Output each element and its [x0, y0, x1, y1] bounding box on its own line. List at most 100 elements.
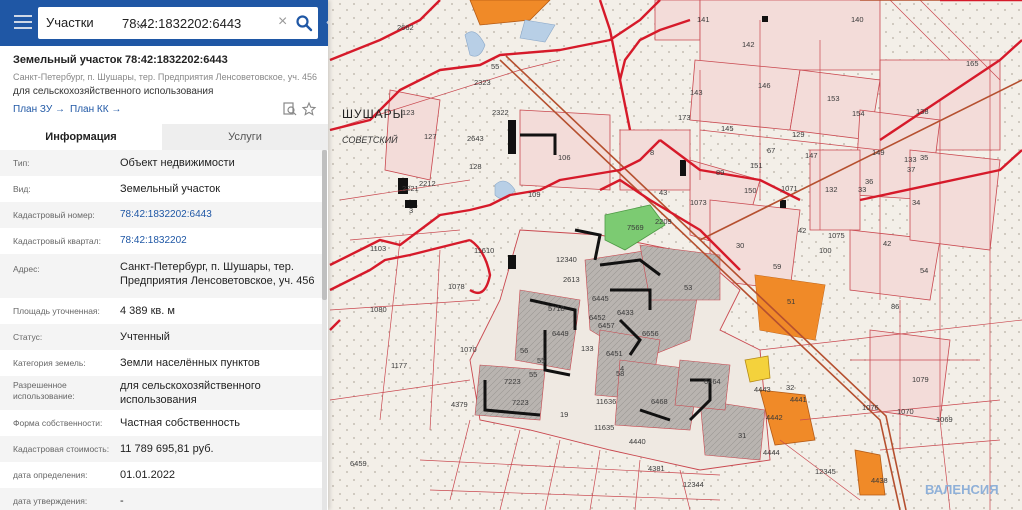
parcel-number-label: 151 [750, 161, 763, 170]
selected-parcel[interactable] [744, 355, 771, 383]
parcel-number-label: 56 [520, 346, 528, 355]
parcel-number-label: 4381 [648, 464, 665, 473]
collapse-panel-icon[interactable]: ‹ [326, 14, 330, 29]
parcel-number-label: 1080 [370, 305, 387, 314]
parcel-number-label: 149 [872, 148, 885, 157]
parcel-number-label: 1076 [862, 403, 879, 412]
info-row-cadastral-quarter: Кадастровый квартал: 78:42:1832202 [0, 228, 322, 254]
info-row-cadastral-value: Кадастровая стоимость: 11 789 695,81 руб… [0, 436, 322, 462]
tabs: Информация Услуги [0, 124, 328, 150]
parcel-number-label: 42 [883, 239, 891, 248]
parcel-number-label: 2643 [467, 134, 484, 143]
info-row-kind: Вид: Земельный участок [13, 183, 221, 195]
parcel-number-label: 4443 [754, 385, 771, 394]
search-icon[interactable] [295, 14, 313, 32]
parcel-number-label: 1078 [448, 282, 465, 291]
scrollbar[interactable] [322, 150, 327, 510]
parcel-number-label: 30 [736, 241, 744, 250]
parcel-number-label: 133 [581, 344, 594, 353]
info-row-land-category: Категория земель: Земли населённых пункт… [13, 357, 260, 369]
parcel-number-label: 51 [787, 297, 795, 306]
parcel-number-label: 128 [469, 162, 482, 171]
parcel-number-label: 142 [742, 40, 755, 49]
parcel-number-label: 89 [716, 168, 724, 177]
parcel-number-label: 143 [690, 88, 703, 97]
parcel-number-label: 2221 [402, 184, 419, 193]
parcel-number-label: 3 [409, 206, 413, 215]
parcel-number-label: 43 [659, 188, 667, 197]
parcel-number-label: 127 [424, 132, 437, 141]
plan-zu-link[interactable]: План ЗУ → [13, 104, 65, 115]
cadastral-quarter-link[interactable]: 78:42:1832202 [120, 234, 320, 248]
info-row-determination-date: дата определения: 01.01.2022 [13, 469, 176, 481]
parcel-number-label: 6457 [598, 321, 615, 330]
search-bar: Участки × [0, 0, 328, 46]
parcel-number-label: 6445 [592, 294, 609, 303]
parcel-number-label: 7223 [504, 377, 521, 386]
parcel-number-label: 154 [852, 109, 865, 118]
parcel-number-label: 145 [721, 124, 734, 133]
parcel-number-label: 6433 [617, 308, 634, 317]
parcel-number-label: 33 [858, 185, 866, 194]
parcel-number-label: 109 [528, 190, 541, 199]
parcel-number-label: 2212 [419, 179, 436, 188]
info-row-address: Адрес: Санкт-Петербург, п. Шушары, тер. … [0, 254, 322, 298]
search-type-select[interactable]: Участки [46, 7, 94, 39]
parcel-number-label: 138 [916, 107, 929, 116]
parcel-number-label: 153 [827, 94, 840, 103]
parcel-number-label: 12340 [556, 255, 577, 264]
parcel-number-label: 1069 [936, 415, 953, 424]
parcel-number-label: 2322 [492, 108, 509, 117]
parcel-number-label: 19 [560, 410, 568, 419]
info-panel: Участки × Земельный участок 78:42:183220… [0, 0, 328, 510]
info-row-ownership: Форма собственности: Частная собственнос… [13, 417, 241, 429]
parcel-number-label: 8 [650, 148, 654, 157]
info-row-area: Площадь уточненная: 4 389 кв. м [13, 305, 175, 317]
parcel-number-label: 1070 [460, 345, 477, 354]
parcel-number-label: 12344 [683, 480, 704, 489]
parcel-number-label: 1079 [912, 375, 929, 384]
parcel-number-label: 35 [920, 153, 928, 162]
parcel-number-label: 32 [786, 383, 794, 392]
search-input[interactable] [122, 7, 272, 39]
close-icon[interactable]: × [278, 13, 287, 31]
parcel-number-label: 12345 [815, 467, 836, 476]
parcel-number-label: 4441 [790, 395, 807, 404]
watermark: ВАЛЕНСИЯ [925, 482, 999, 497]
info-row-type: Тип: Объект недвижимости [0, 150, 322, 176]
info-row-permitted-use: Разрешенное использование: для сельскохо… [0, 376, 322, 410]
info-row-approval-date: дата утверждения: - [0, 488, 322, 510]
parcel-usage: для сельскохозяйственного использования [13, 86, 214, 97]
zoom-to-icon[interactable] [283, 102, 297, 116]
parcel-number-label: 11636 [596, 397, 616, 406]
star-icon[interactable] [301, 101, 317, 116]
parcel-number-label: 132 [825, 185, 838, 194]
menu-icon[interactable] [14, 15, 32, 31]
action-icons [283, 101, 317, 116]
parcel-number-label: 55 [529, 370, 537, 379]
plan-kk-link[interactable]: План КК → [70, 104, 121, 115]
parcel-number-label: 4 [620, 364, 624, 373]
parcel-number-label: 2662 [397, 23, 414, 32]
parcel-number-label: 123 [402, 108, 415, 117]
parcel-number-label: 1075 [828, 231, 845, 240]
place-label: ШУШАРЫ [342, 107, 404, 121]
parcel-number-label: 1073 [690, 198, 707, 207]
orange-parcel-54[interactable] [755, 275, 825, 340]
parcel-number-label: 6656 [642, 329, 659, 338]
parcel-number-label: 4438 [871, 476, 888, 485]
info-row-cadastral-number: Кадастровый номер: 78:42:1832202:6443 [0, 202, 322, 228]
parcel-number-label: 7223 [512, 398, 529, 407]
parcel-number-label: 1070 [897, 407, 914, 416]
parcel-number-label: 1103 [370, 244, 386, 253]
tab-information[interactable]: Информация [0, 124, 162, 150]
cadastral-number-link[interactable]: 78:42:1832202:6443 [120, 208, 320, 222]
road-label: СОВЕТСКИЙ [342, 134, 398, 145]
tab-services[interactable]: Услуги [162, 124, 328, 150]
parcel-number-label: 6468 [651, 397, 668, 406]
arrow-right-icon: → [54, 104, 65, 115]
parcel-number-label: 31 [738, 431, 746, 440]
parcel-number-label: 7569 [627, 223, 644, 232]
parcel-number-label: 100 [819, 246, 832, 255]
parcel-number-label: 4444 [763, 448, 780, 457]
